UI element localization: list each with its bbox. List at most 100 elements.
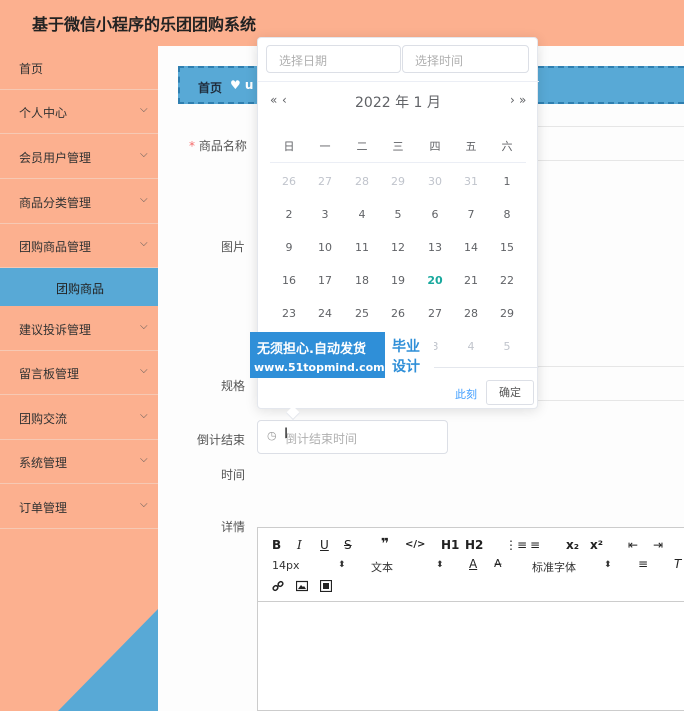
next-month-icon[interactable]: › [510,93,515,107]
prev-year-icon[interactable]: « [270,93,277,107]
sidebar-subitem-label: 团购商品 [56,282,105,296]
image-icon[interactable] [296,580,308,592]
calendar-day[interactable]: 24 [310,307,340,320]
watermark-line2: www.51topmind.com [254,361,385,374]
sidebar-item-label: 会员用户管理 [19,151,92,165]
ordered-list-icon[interactable]: ⋮≡ [505,538,527,552]
calendar-day[interactable]: 10 [310,241,340,254]
calendar-day[interactable]: 4 [456,340,486,353]
calendar-day[interactable]: 5 [383,208,413,221]
calendar-day[interactable]: 5 [492,340,522,353]
sidebar-item-group-goods[interactable]: 团购商品管理 ⌵ [0,224,158,268]
sidebar-item-category[interactable]: 商品分类管理 ⌵ [0,180,158,224]
calendar-day[interactable]: 29 [492,307,522,320]
italic-icon[interactable]: I [297,538,302,552]
sidebar: 首页 个人中心 ⌵ 会员用户管理 ⌵ 商品分类管理 ⌵ 团购商品管理 ⌵ 团购商… [0,46,158,711]
calendar-day[interactable]: 30 [420,175,450,188]
subscript-icon[interactable]: x₂ [566,538,579,552]
align-icon[interactable]: ≡ [638,557,648,571]
link-icon[interactable] [272,580,284,592]
calendar-day[interactable]: 2 [274,208,304,221]
code-icon[interactable]: </> [405,539,425,550]
picker-year-month[interactable]: 2022 年 1 月 [355,92,441,112]
calendar-day[interactable]: 22 [492,274,522,287]
calendar-day[interactable]: 14 [456,241,486,254]
next-year-icon[interactable]: » [519,93,526,107]
calendar-day[interactable]: 15 [492,241,522,254]
calendar-day[interactable]: 23 [274,307,304,320]
heart-icon: ♥ u [230,78,254,92]
background-color-icon[interactable]: A̶ [494,557,502,570]
bullet-list-icon[interactable]: ≡ [530,538,540,552]
calendar-day[interactable]: 9 [274,241,304,254]
calendar-day[interactable]: 16 [274,274,304,287]
font-family-select[interactable]: 标准字体 [532,559,576,575]
font-size-select[interactable]: 14px [272,559,300,572]
calendar-day[interactable]: 17 [310,274,340,287]
goods-name-label: * 商品名称 [189,139,247,153]
superscript-icon[interactable]: x² [590,538,603,552]
calendar-day[interactable]: 11 [347,241,377,254]
underline-icon[interactable]: U [320,538,329,552]
calendar-day-today[interactable]: 20 [420,274,450,287]
calendar-day[interactable]: 26 [274,175,304,188]
calendar-day[interactable]: 12 [383,241,413,254]
chevron-down-icon: ⌵ [140,454,148,465]
quote-icon[interactable]: ❞ [381,536,389,552]
countdown-label-line2: 时间 [221,468,246,482]
sidebar-decoration [58,609,158,711]
text-type-select[interactable]: 文本 [371,559,393,575]
calendar-day[interactable]: 25 [347,307,377,320]
calendar-day[interactable]: 8 [492,208,522,221]
weekday-header: 六 [501,140,513,153]
calendar-day[interactable]: 29 [383,175,413,188]
h1-icon[interactable]: H1 [441,538,459,552]
bold-icon[interactable]: B [272,538,281,552]
video-icon[interactable] [320,580,332,592]
sidebar-item-orders[interactable]: 订单管理 ⌵ [0,485,158,529]
calendar-day[interactable]: 18 [347,274,377,287]
clear-format-icon[interactable]: T [674,557,681,571]
chevron-down-icon: ⌵ [140,365,148,376]
sidebar-item-system[interactable]: 系统管理 ⌵ [0,440,158,484]
calendar-day[interactable]: 4 [347,208,377,221]
calendar-day[interactable]: 28 [456,307,486,320]
sidebar-item-exchange[interactable]: 团购交流 ⌵ [0,396,158,440]
spec-label: 规格 [221,379,246,393]
outdent-icon[interactable]: ⇤ [628,538,638,552]
breadcrumb-home[interactable]: 首页 [198,79,222,96]
picker-date-placeholder: 选择日期 [279,54,328,68]
rich-text-editor[interactable]: B I U S ❞ </> H1 H2 ⋮≡ ≡ x₂ x² ⇤ ⇥ 14px … [257,527,684,711]
picker-date-input[interactable]: 选择日期 [266,45,401,73]
calendar-day[interactable]: 7 [456,208,486,221]
calendar-day[interactable]: 26 [383,307,413,320]
sidebar-item-home[interactable]: 首页 [0,46,158,90]
calendar-day[interactable]: 27 [420,307,450,320]
weekday-header: 二 [356,140,368,153]
strike-icon[interactable]: S [344,538,352,552]
indent-icon[interactable]: ⇥ [653,538,663,552]
now-button[interactable]: 此刻 [455,386,477,402]
sidebar-subitem-group-goods[interactable]: 团购商品 [0,268,158,306]
calendar-day[interactable]: 13 [420,241,450,254]
chevron-down-icon: ⌵ [140,410,148,421]
calendar-day[interactable]: 1 [492,175,522,188]
prev-month-icon[interactable]: ‹ [282,93,287,107]
h2-icon[interactable]: H2 [465,538,483,552]
calendar-day[interactable]: 6 [420,208,450,221]
sidebar-item-messages[interactable]: 留言板管理 ⌵ [0,351,158,395]
picker-time-input[interactable]: 选择时间 [402,45,529,73]
updown-arrow-icon: ⬍ [604,560,612,570]
calendar-day[interactable]: 28 [347,175,377,188]
sidebar-item-personal-center[interactable]: 个人中心 ⌵ [0,90,158,134]
calendar-day[interactable]: 3 [310,208,340,221]
calendar-day[interactable]: 27 [310,175,340,188]
countdown-label: 倒计结束 [197,433,246,447]
sidebar-item-complaints[interactable]: 建议投诉管理 ⌵ [0,307,158,351]
calendar-day[interactable]: 19 [383,274,413,287]
confirm-button[interactable]: 确定 [486,380,534,405]
calendar-day[interactable]: 31 [456,175,486,188]
font-color-icon[interactable]: A [469,557,477,571]
sidebar-item-member-users[interactable]: 会员用户管理 ⌵ [0,135,158,179]
calendar-day[interactable]: 21 [456,274,486,287]
